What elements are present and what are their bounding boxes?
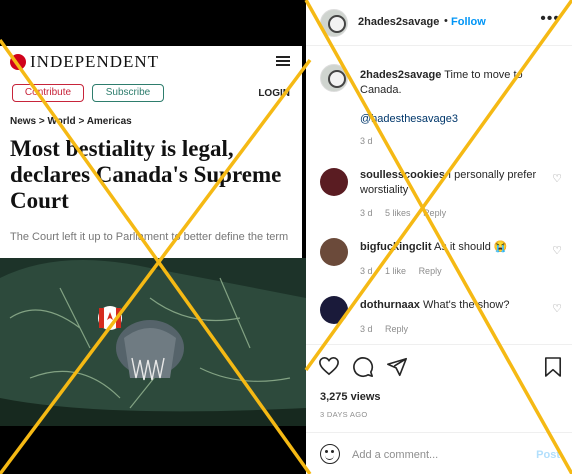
share-icon[interactable] bbox=[386, 356, 408, 378]
comment-likes[interactable]: 5 likes bbox=[385, 208, 411, 218]
more-icon[interactable]: ••• bbox=[540, 10, 560, 28]
subscribe-button: Subscribe bbox=[92, 84, 164, 102]
independent-logo: INDEPENDENT bbox=[10, 52, 159, 72]
avatar[interactable] bbox=[320, 64, 348, 92]
screenshot: INDEPENDENT Contribute Subscribe LOGIN N… bbox=[0, 0, 572, 474]
comment-text: dothurnaax What's the show? bbox=[360, 298, 540, 313]
comment-time: 3 d bbox=[360, 208, 373, 218]
post-media[interactable]: INDEPENDENT Contribute Subscribe LOGIN N… bbox=[0, 0, 306, 474]
article-screenshot: INDEPENDENT Contribute Subscribe LOGIN N… bbox=[0, 46, 302, 258]
reply-button[interactable]: Reply bbox=[423, 208, 446, 218]
comment-meta: 3 d 5 likes Reply bbox=[360, 208, 456, 218]
cartoon-frame bbox=[0, 258, 306, 426]
heart-icon[interactable]: ♡ bbox=[552, 302, 562, 315]
username[interactable]: 2hades2savage bbox=[358, 16, 439, 28]
post-header: 2hades2savage • Follow ••• bbox=[306, 0, 572, 46]
hamburger-menu-icon bbox=[276, 56, 290, 66]
comment-time: 3 d bbox=[360, 324, 373, 334]
avatar[interactable] bbox=[320, 296, 348, 324]
comment-text: soullesscookies I personally prefer wors… bbox=[360, 168, 540, 198]
contribute-button: Contribute bbox=[12, 84, 84, 102]
separator-dot: • bbox=[444, 15, 448, 27]
comment-text: bigfuckingclit As it should 😭 bbox=[360, 240, 540, 255]
avatar[interactable] bbox=[320, 168, 348, 196]
heart-icon[interactable]: ♡ bbox=[552, 172, 562, 185]
comment-body: What's the show? bbox=[422, 299, 510, 311]
comment-body: As it should 😭 bbox=[433, 241, 508, 253]
comment-meta: 3 d 1 like Reply bbox=[360, 266, 452, 276]
divider bbox=[306, 432, 572, 433]
breadcrumb: News > World > Americas bbox=[10, 116, 132, 127]
avatar[interactable] bbox=[320, 238, 348, 266]
reply-button[interactable]: Reply bbox=[385, 324, 408, 334]
comment-username[interactable]: dothurnaax bbox=[360, 299, 420, 311]
login-link: LOGIN bbox=[258, 88, 290, 99]
post-panel: 2hades2savage • Follow ••• 2hades2savage… bbox=[306, 0, 572, 474]
caption-text: 2hades2savage Time to move to Canada. @h… bbox=[360, 68, 560, 127]
eagle-icon bbox=[10, 54, 26, 70]
heart-icon[interactable]: ♡ bbox=[552, 244, 562, 257]
add-comment-bar: Add a comment... Post bbox=[306, 440, 572, 470]
avatar[interactable] bbox=[320, 9, 348, 37]
caption-username[interactable]: 2hades2savage bbox=[360, 69, 441, 81]
view-count: 3,275 views bbox=[320, 391, 381, 403]
article-headline: Most bestiality is legal, declares Canad… bbox=[10, 136, 282, 213]
action-bar bbox=[306, 352, 572, 380]
follow-button[interactable]: Follow bbox=[451, 16, 486, 28]
comment-time: 3 d bbox=[360, 266, 373, 276]
article-subhead: The Court left it up to Parliament to be… bbox=[10, 231, 289, 243]
comment-username[interactable]: bigfuckingclit bbox=[360, 241, 432, 253]
comment-meta: 3 d Reply bbox=[360, 324, 418, 334]
post-date: 3 DAYS AGO bbox=[320, 410, 368, 419]
post-button[interactable]: Post bbox=[536, 449, 560, 461]
emoji-icon[interactable] bbox=[320, 444, 340, 464]
reply-button[interactable]: Reply bbox=[419, 266, 442, 276]
bookmark-icon[interactable] bbox=[544, 356, 562, 378]
comment-likes[interactable]: 1 like bbox=[385, 266, 406, 276]
brand-name: INDEPENDENT bbox=[30, 52, 160, 71]
cartoon-illustration bbox=[0, 258, 306, 426]
caption-mention[interactable]: @hadesthesavage3 bbox=[360, 112, 560, 127]
comment-username[interactable]: soullesscookies bbox=[360, 169, 445, 181]
divider bbox=[306, 344, 572, 345]
comment-icon[interactable] bbox=[352, 356, 374, 378]
comment-input[interactable]: Add a comment... bbox=[352, 449, 438, 461]
like-heart-icon[interactable] bbox=[318, 356, 340, 376]
caption-time: 3 d bbox=[360, 136, 373, 146]
